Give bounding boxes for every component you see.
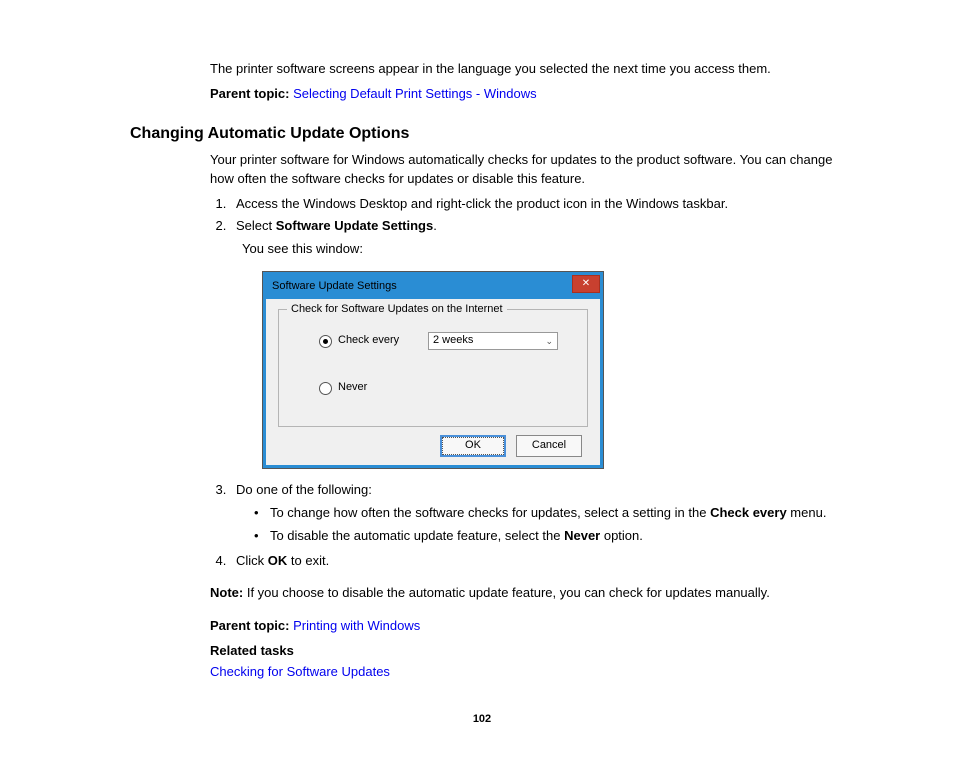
step-4: Click OK to exit. — [230, 552, 834, 571]
parent-topic-link-2[interactable]: Printing with Windows — [293, 618, 420, 633]
interval-dropdown[interactable]: 2 weeks ⌄ — [428, 332, 558, 350]
interval-dropdown-value: 2 weeks — [433, 333, 473, 349]
close-icon[interactable]: ✕ — [572, 275, 600, 293]
software-update-settings-dialog: Software Update Settings ✕ Check for Sof… — [262, 271, 604, 469]
step-list: Access the Windows Desktop and right-cli… — [210, 195, 834, 571]
step-3-bullet-1: To change how often the software checks … — [254, 504, 834, 523]
related-tasks-link[interactable]: Checking for Software Updates — [210, 664, 390, 679]
parent-topic-link-1[interactable]: Selecting Default Print Settings - Windo… — [293, 86, 537, 101]
radio-never[interactable] — [319, 382, 332, 395]
note-block: Note: If you choose to disable the autom… — [210, 584, 834, 603]
chevron-down-icon: ⌄ — [545, 335, 553, 348]
radio-never-label: Never — [338, 380, 408, 396]
step-1: Access the Windows Desktop and right-cli… — [230, 195, 834, 214]
update-groupbox: Check for Software Updates on the Intern… — [278, 309, 588, 427]
note-label: Note: — [210, 585, 243, 600]
note-text: If you choose to disable the automatic u… — [243, 585, 770, 600]
step-3-bullet-2: To disable the automatic update feature,… — [254, 527, 834, 546]
groupbox-legend: Check for Software Updates on the Intern… — [287, 302, 507, 318]
parent-topic-label-2: Parent topic: — [210, 618, 289, 633]
dialog-title: Software Update Settings — [272, 275, 397, 295]
radio-check-every[interactable] — [319, 335, 332, 348]
dialog-titlebar: Software Update Settings ✕ — [266, 275, 600, 299]
parent-topic-label: Parent topic: — [210, 86, 289, 101]
step-2-follow: You see this window: — [242, 240, 834, 259]
section-heading: Changing Automatic Update Options — [130, 122, 834, 145]
intro-paragraph: The printer software screens appear in t… — [210, 60, 834, 79]
related-tasks-label: Related tasks — [210, 642, 834, 661]
step-2: Select Software Update Settings. You see… — [230, 217, 834, 469]
step-3: Do one of the following: To change how o… — [230, 481, 834, 546]
ok-button[interactable]: OK — [440, 435, 506, 457]
cancel-button[interactable]: Cancel — [516, 435, 582, 457]
page-number: 102 — [130, 712, 834, 728]
radio-check-every-label: Check every — [338, 333, 408, 349]
section-intro: Your printer software for Windows automa… — [210, 151, 834, 189]
